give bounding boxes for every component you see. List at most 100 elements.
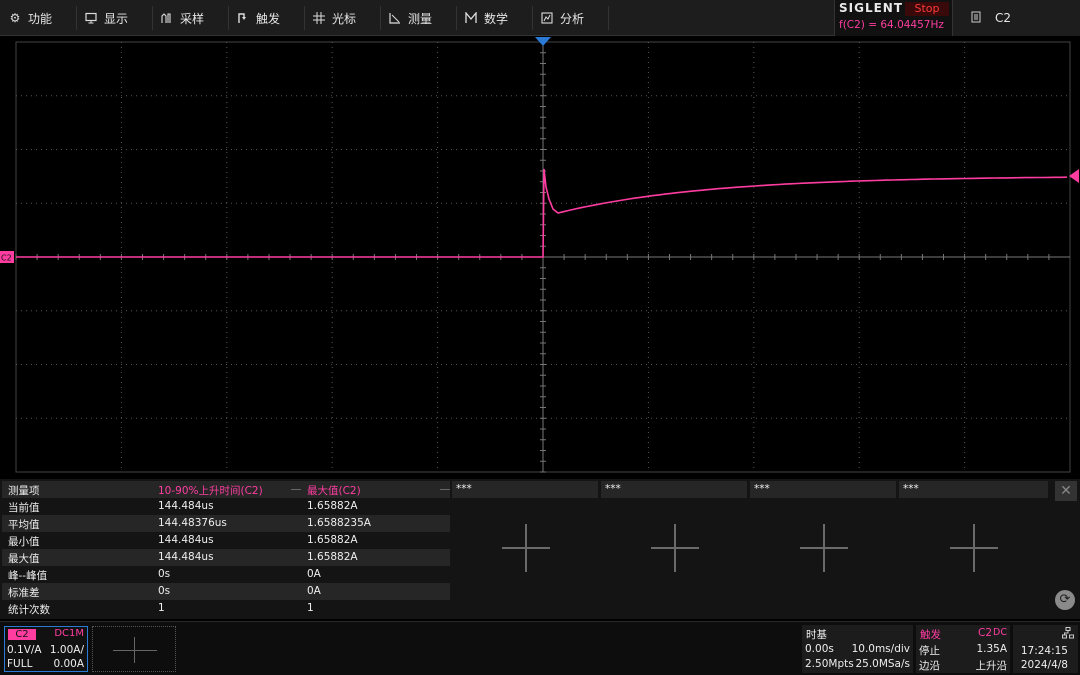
timebase-title: 时基 <box>806 629 827 641</box>
menu-cursor[interactable]: 光标 <box>304 0 380 36</box>
rise-time-value: 1 <box>158 602 165 614</box>
measurement-slot-6[interactable]: *** <box>899 481 1048 498</box>
table-row: 峰--峰值 0s 0A <box>2 566 450 583</box>
menu-analysis[interactable]: 分析 <box>532 0 608 36</box>
trigger-title: 触发 <box>920 629 941 641</box>
row-label: 最小值 <box>8 536 40 548</box>
channel-selector[interactable]: C2 <box>952 0 1080 36</box>
menu-label: 触发 <box>256 11 281 26</box>
measurement-header: 测量项 10-90%上升时间(C2) 最大值(C2) <box>2 481 450 498</box>
menu-label: 显示 <box>104 11 129 26</box>
timebase-memory: 2.50Mpts <box>805 658 854 670</box>
run-state-badge[interactable]: Stop <box>905 2 949 16</box>
max-value: 0A <box>307 585 321 597</box>
add-measurement-icon[interactable] <box>651 524 699 572</box>
add-measurement-icon[interactable] <box>502 524 550 572</box>
channel-scale: 0.1V/A <box>7 644 42 656</box>
max-value: 1.6588235A <box>307 517 371 529</box>
trigger-coupling: DC <box>993 627 1007 638</box>
channel-probe: 1.00A/ <box>49 644 84 656</box>
rise-time-value: 144.484us <box>158 534 214 546</box>
row-label: 平均值 <box>8 519 40 531</box>
refresh-icon[interactable]: ⟳ <box>1055 590 1075 610</box>
menu-bar: ⚙ 功能 显示 采样 触发 光标 测量 数学 分析 SIGLENT Stop f… <box>0 0 1080 36</box>
table-row: 标准差 0s 0A <box>2 583 450 600</box>
row-label: 当前值 <box>8 502 40 514</box>
table-row: 统计次数 1 1 <box>2 600 450 617</box>
timebase-scale: 10.0ms/div <box>851 643 910 655</box>
channel-offset-label: C2 <box>1 254 12 263</box>
row-label: 标准差 <box>8 587 40 599</box>
menu-label: 分析 <box>560 11 585 26</box>
trigger-source: C2 <box>977 627 992 639</box>
menu-label: 测量 <box>408 11 433 26</box>
menu-label: 光标 <box>332 11 357 26</box>
add-measurement-icon[interactable] <box>950 524 998 572</box>
rise-time-value: 144.48376us <box>158 517 227 529</box>
rise-time-value: 144.484us <box>158 551 214 563</box>
max-value: 1.65882A <box>307 500 358 512</box>
add-measurement-icon[interactable] <box>800 524 848 572</box>
menu-label: 功能 <box>28 11 53 26</box>
acquire-icon <box>160 11 174 25</box>
waveform-display[interactable]: C2 <box>0 37 1080 477</box>
menu-math[interactable]: 数学 <box>456 0 532 36</box>
row-label: 最大值 <box>8 553 40 565</box>
measure-icon <box>388 11 402 25</box>
channel-c2-box[interactable]: C2 DC1M 0.1V/A 1.00A/ FULL 0.00A <box>4 626 88 672</box>
add-channel-button[interactable] <box>92 626 176 672</box>
timebase-delay: 0.00s <box>805 643 834 655</box>
gear-icon: ⚙ <box>9 11 21 25</box>
rise-time-value: 0s <box>158 568 171 580</box>
channel-offset: 0.00A <box>53 658 84 670</box>
header-rise-time[interactable]: 10-90%上升时间(C2) <box>158 483 263 498</box>
close-icon[interactable]: ✕ <box>1055 481 1077 501</box>
menu-trigger[interactable]: 触发 <box>228 0 304 36</box>
frequency-readout: f(C2) = 64.04457Hz <box>839 19 944 31</box>
trigger-icon <box>236 11 250 25</box>
row-label: 峰--峰值 <box>8 570 48 582</box>
menu-label: 数学 <box>484 11 509 26</box>
cursor-icon <box>312 11 326 25</box>
brand-logo: SIGLENT <box>839 1 904 15</box>
header-item: 测量项 <box>8 485 40 497</box>
clock-panel: 17:24:15 2024/4/8 <box>1013 625 1078 673</box>
timebase-box[interactable]: 时基 0.00s 10.0ms/div 2.50Mpts 25.0MSa/s <box>802 625 913 673</box>
header-max[interactable]: 最大值(C2) <box>307 483 361 498</box>
rise-time-value: 0s <box>158 585 171 597</box>
status-bar: C2 DC1M 0.1V/A 1.00A/ FULL 0.00A 时基 0.00… <box>0 621 1080 675</box>
row-label: 统计次数 <box>8 604 50 616</box>
max-value: 1 <box>307 602 314 614</box>
menu-function[interactable]: ⚙ 功能 <box>0 0 76 36</box>
trigger-mode: 停止 <box>919 645 940 657</box>
channel-bandwidth: FULL <box>7 658 33 670</box>
table-row: 当前值 144.484us 1.65882A <box>2 498 450 515</box>
monitor-icon <box>84 11 98 25</box>
max-value: 1.65882A <box>307 534 358 546</box>
network-icon <box>1062 627 1074 642</box>
clock-time: 17:24:15 <box>1020 645 1068 657</box>
max-value: 0A <box>307 568 321 580</box>
menu-label: 采样 <box>180 11 205 26</box>
table-row: 最小值 144.484us 1.65882A <box>2 532 450 549</box>
trigger-type: 边沿 <box>919 660 940 672</box>
measurement-slot-4[interactable]: *** <box>601 481 747 498</box>
rise-time-value: 144.484us <box>158 500 214 512</box>
measurement-slot-3[interactable]: *** <box>452 481 598 498</box>
trigger-level: 1.35A <box>976 643 1007 655</box>
menu-acquire[interactable]: 采样 <box>152 0 228 36</box>
menu-display[interactable]: 显示 <box>76 0 152 36</box>
measurement-slot-5[interactable]: *** <box>750 481 896 498</box>
menu-measure[interactable]: 测量 <box>380 0 456 36</box>
channel-tag: C2 <box>8 629 36 640</box>
document-icon <box>971 11 981 26</box>
trigger-box[interactable]: 触发 C2 DC 停止 1.35A 边沿 上升沿 <box>916 625 1010 673</box>
math-icon <box>464 11 478 25</box>
waveform-grid: C2 <box>0 37 1079 473</box>
trigger-slope: 上升沿 <box>975 660 1008 672</box>
status-panel: SIGLENT Stop f(C2) = 64.04457Hz <box>834 0 952 36</box>
analysis-icon <box>540 11 554 25</box>
table-row: 平均值 144.48376us 1.6588235A <box>2 515 450 532</box>
timebase-sample-rate: 25.0MSa/s <box>855 658 910 670</box>
table-row: 最大值 144.484us 1.65882A <box>2 549 450 566</box>
